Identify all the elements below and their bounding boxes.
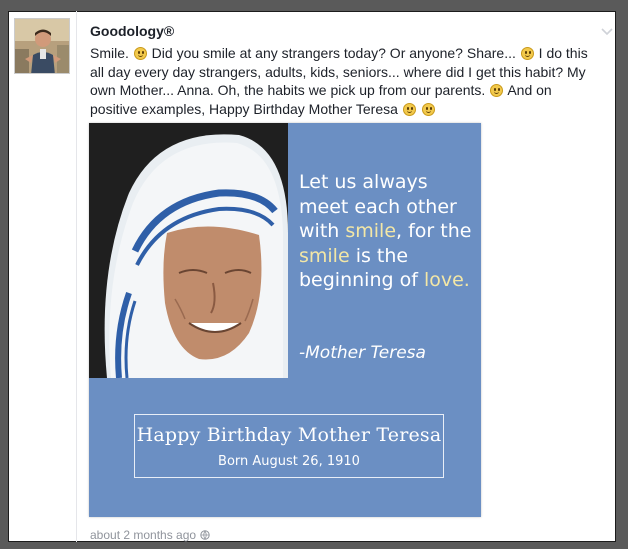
- smile-emoji-icon: [402, 102, 416, 116]
- quote-highlight: smile: [345, 220, 397, 242]
- birthday-title: Happy Birthday Mother Teresa: [136, 424, 442, 446]
- quote-attribution: -Mother Teresa: [299, 343, 426, 363]
- post-author-name[interactable]: Goodology®: [90, 23, 174, 39]
- frame-edge: [615, 11, 616, 542]
- quote-part: .: [463, 269, 470, 291]
- birthday-box: Happy Birthday Mother Teresa Born August…: [134, 414, 444, 478]
- smile-emoji-icon: [421, 102, 435, 116]
- avatar-photo: [15, 19, 69, 73]
- timestamp-text[interactable]: about 2 months ago: [90, 528, 196, 542]
- smile-emoji-icon: [133, 47, 147, 60]
- quote-highlight: smile: [299, 244, 350, 267]
- globe-icon: [200, 530, 210, 540]
- quote-highlight: love: [423, 269, 464, 291]
- frame-edge: [8, 11, 616, 12]
- chevron-down-icon[interactable]: [597, 25, 617, 39]
- mother-teresa-photo: [89, 123, 288, 378]
- shared-image[interactable]: Let us always meet each other with smile…: [89, 123, 481, 517]
- birthday-date: Born August 26, 1910: [218, 454, 360, 469]
- frame-edge: [8, 11, 9, 542]
- post-text-segment: Did you smile at any strangers today? Or…: [147, 45, 520, 61]
- post-timestamp[interactable]: about 2 months ago: [90, 528, 210, 542]
- quote-part: , for the: [396, 220, 472, 242]
- post-text-segment: [417, 101, 421, 117]
- post-body-text: Smile. Did you smile at any strangers to…: [90, 44, 600, 118]
- smile-emoji-icon: [520, 47, 534, 60]
- window-frame: Goodology® Smile. Did you smile at any s…: [0, 0, 628, 549]
- post-text-segment: Smile.: [90, 45, 133, 61]
- author-avatar[interactable]: [14, 18, 70, 74]
- smile-emoji-icon: [490, 84, 504, 98]
- post-divider: [76, 11, 77, 542]
- quote-text: Let us always meet each other with smile…: [299, 170, 479, 293]
